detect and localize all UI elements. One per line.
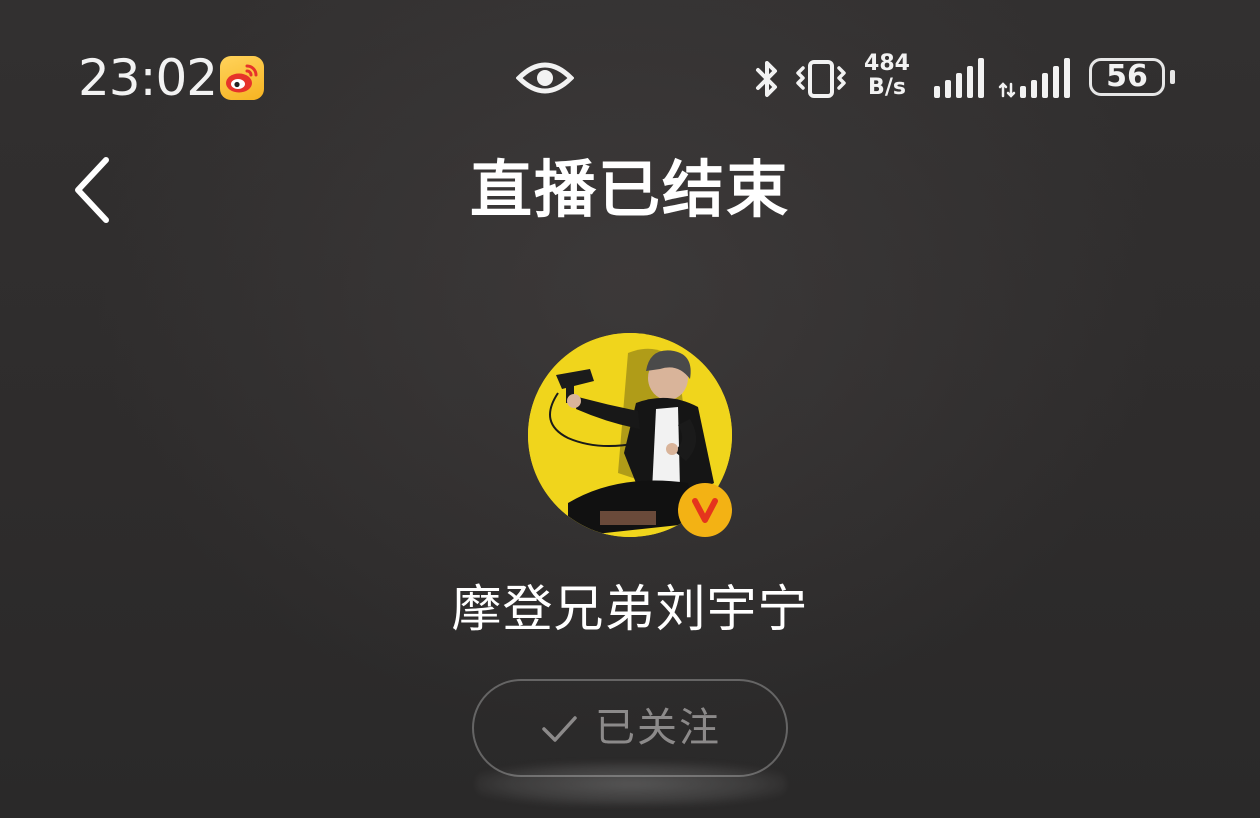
followed-label: 已关注 xyxy=(595,705,721,751)
battery-tip xyxy=(1170,70,1175,84)
vibrate-icon xyxy=(795,58,847,100)
check-icon xyxy=(542,716,577,742)
status-bar: 23:02 484 B/s 56 xyxy=(0,40,1260,120)
network-speed: 484 B/s xyxy=(862,52,912,100)
status-time: 23:02 xyxy=(78,49,218,107)
signal-data-icon xyxy=(998,56,1076,100)
battery-level: 56 xyxy=(1106,59,1148,94)
battery-icon: 56 xyxy=(1089,56,1179,102)
signal-icon xyxy=(932,56,986,100)
weibo-app-icon xyxy=(220,56,264,100)
back-button[interactable] xyxy=(62,150,122,230)
blurred-watermark xyxy=(476,762,786,806)
user-name: 摩登兄弟刘宇宁 xyxy=(451,580,809,638)
network-speed-unit: B/s xyxy=(868,75,906,100)
network-speed-value: 484 xyxy=(864,51,910,76)
live-ended-screen: 23:02 484 B/s 56 直播已结束 摩登兄弟刘宇宁 已关注 xyxy=(0,0,1260,818)
chevron-left-icon xyxy=(75,157,109,223)
page-title: 直播已结束 xyxy=(469,153,790,226)
verified-badge xyxy=(678,483,732,537)
bluetooth-icon xyxy=(752,58,782,100)
avatar-container[interactable] xyxy=(528,333,732,537)
eye-icon xyxy=(515,58,575,98)
